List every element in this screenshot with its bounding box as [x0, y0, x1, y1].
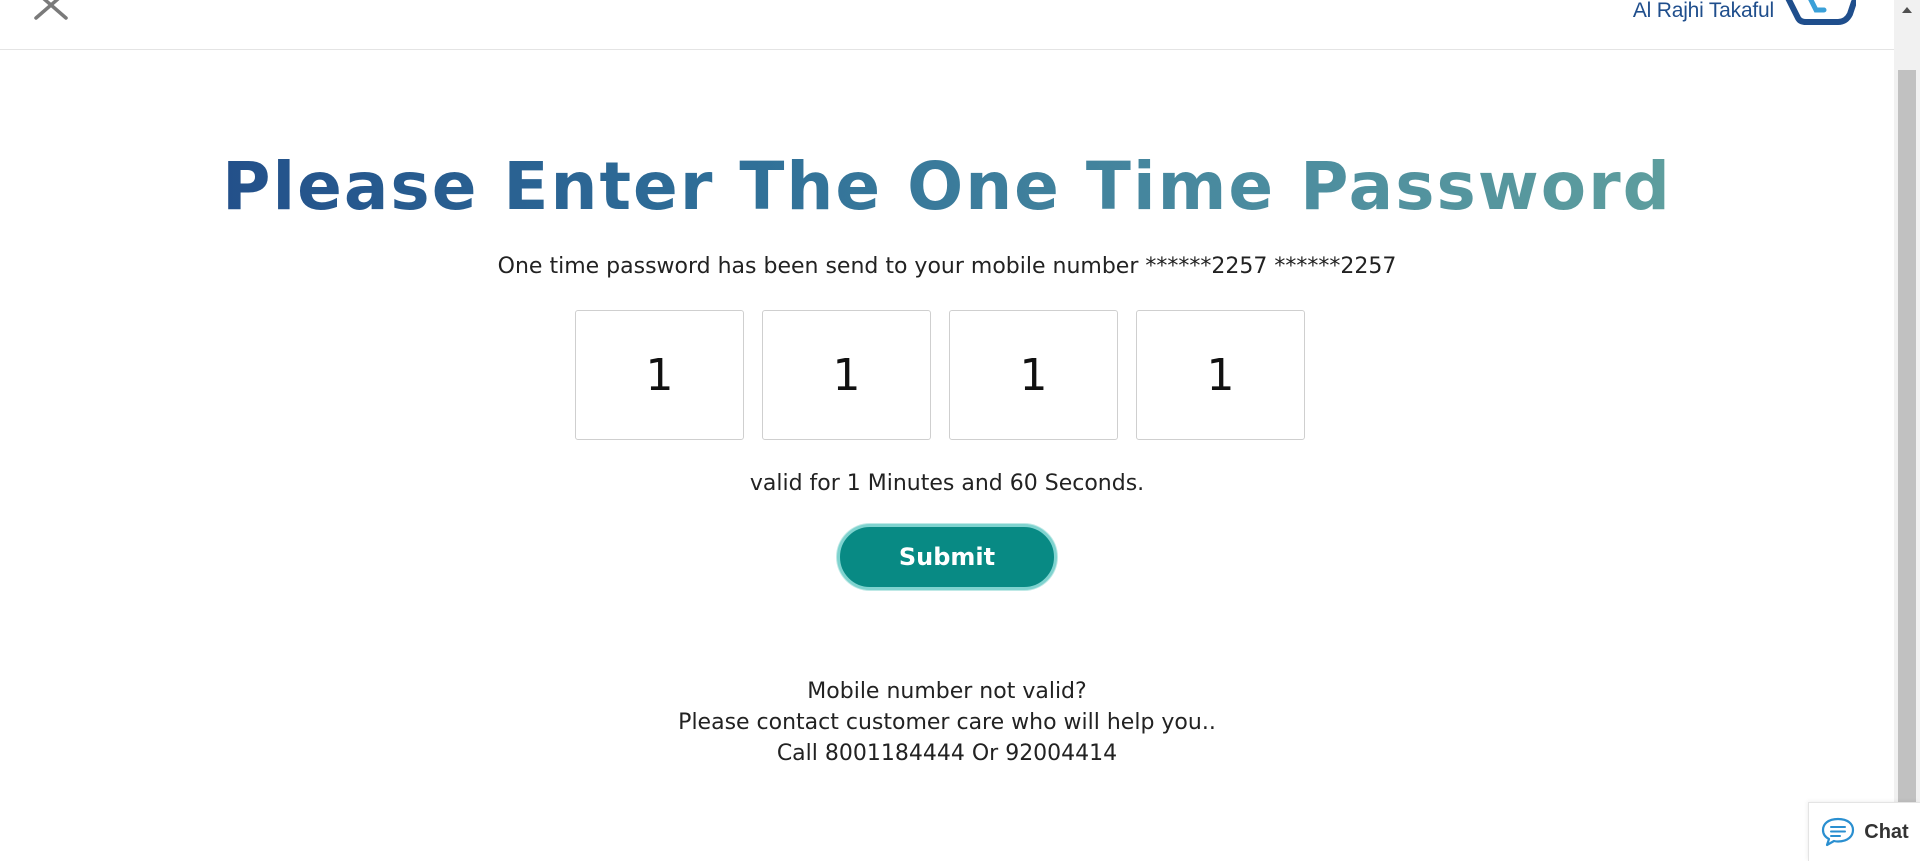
top-header: Al Rajhi Takaful — [0, 0, 1894, 50]
chat-button[interactable]: Chat — [1808, 802, 1920, 861]
otp-input-group — [575, 310, 1305, 440]
submit-button[interactable]: Submit — [837, 524, 1057, 590]
otp-validity-text: valid for 1 Minutes and 60 Seconds. — [749, 471, 1145, 496]
chat-label: Chat — [1864, 820, 1909, 843]
contact-question: Mobile number not valid? — [807, 679, 1087, 704]
customer-care-info: Mobile number not valid? Please contact … — [0, 676, 1894, 769]
otp-digit-4[interactable] — [1136, 310, 1305, 440]
logo-text: Al Rajhi Takaful — [1632, 0, 1774, 22]
scroll-up-button[interactable] — [1894, 0, 1920, 22]
scroll-thumb[interactable] — [1898, 70, 1916, 861]
close-button[interactable] — [30, 0, 80, 32]
close-icon — [34, 0, 68, 20]
scroll-up-icon — [1902, 7, 1912, 13]
otp-sent-message: One time password has been send to your … — [497, 254, 1397, 279]
otp-digit-1[interactable] — [575, 310, 744, 440]
page-title: Please Enter The One Time Password — [222, 148, 1672, 225]
otp-digit-2[interactable] — [762, 310, 931, 440]
contact-phone-numbers: Call 8001184444 Or 92004414 — [776, 741, 1118, 766]
otp-digit-3[interactable] — [949, 310, 1118, 440]
vertical-scrollbar[interactable] — [1894, 0, 1920, 861]
contact-help-text: Please contact customer care who will he… — [678, 710, 1216, 735]
al-rajhi-logo-mark — [1785, 0, 1856, 25]
company-logo[interactable]: Al Rajhi Takaful — [1633, 0, 1856, 28]
chat-bubble-icon — [1822, 817, 1855, 847]
